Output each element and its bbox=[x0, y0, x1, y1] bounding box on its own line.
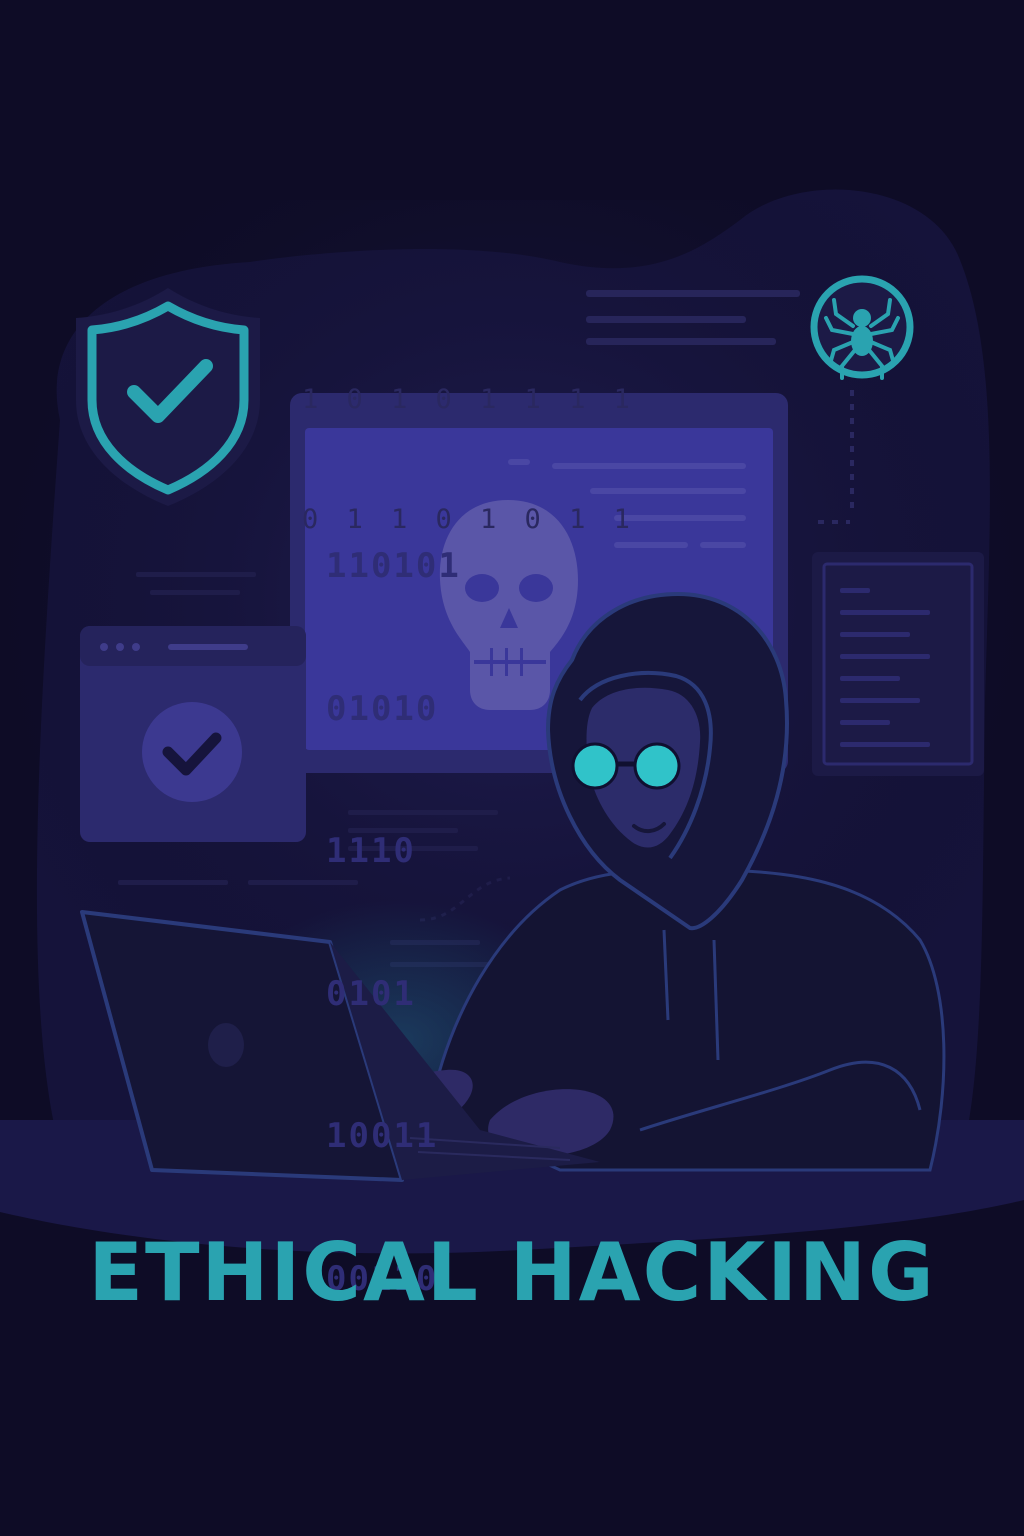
binary-line: 0101 bbox=[326, 973, 416, 1014]
binary-line: 10011 bbox=[326, 1116, 439, 1156]
spider-icon bbox=[810, 275, 914, 380]
binary-line: 1110 bbox=[326, 831, 416, 871]
poster: 1 0 1 0 1 1 1 1 0 1 1 0 1 0 1 1 110101 0… bbox=[0, 0, 1024, 1536]
check-circle-icon bbox=[142, 702, 242, 802]
binary-line: 1 0 1 0 1 1 1 1 bbox=[302, 384, 636, 415]
binary-line: 01010 bbox=[326, 688, 439, 729]
binary-line: 110101 bbox=[326, 546, 461, 586]
poster-title: ETHICAL HACKING bbox=[88, 1226, 936, 1319]
document-panel bbox=[812, 552, 984, 776]
